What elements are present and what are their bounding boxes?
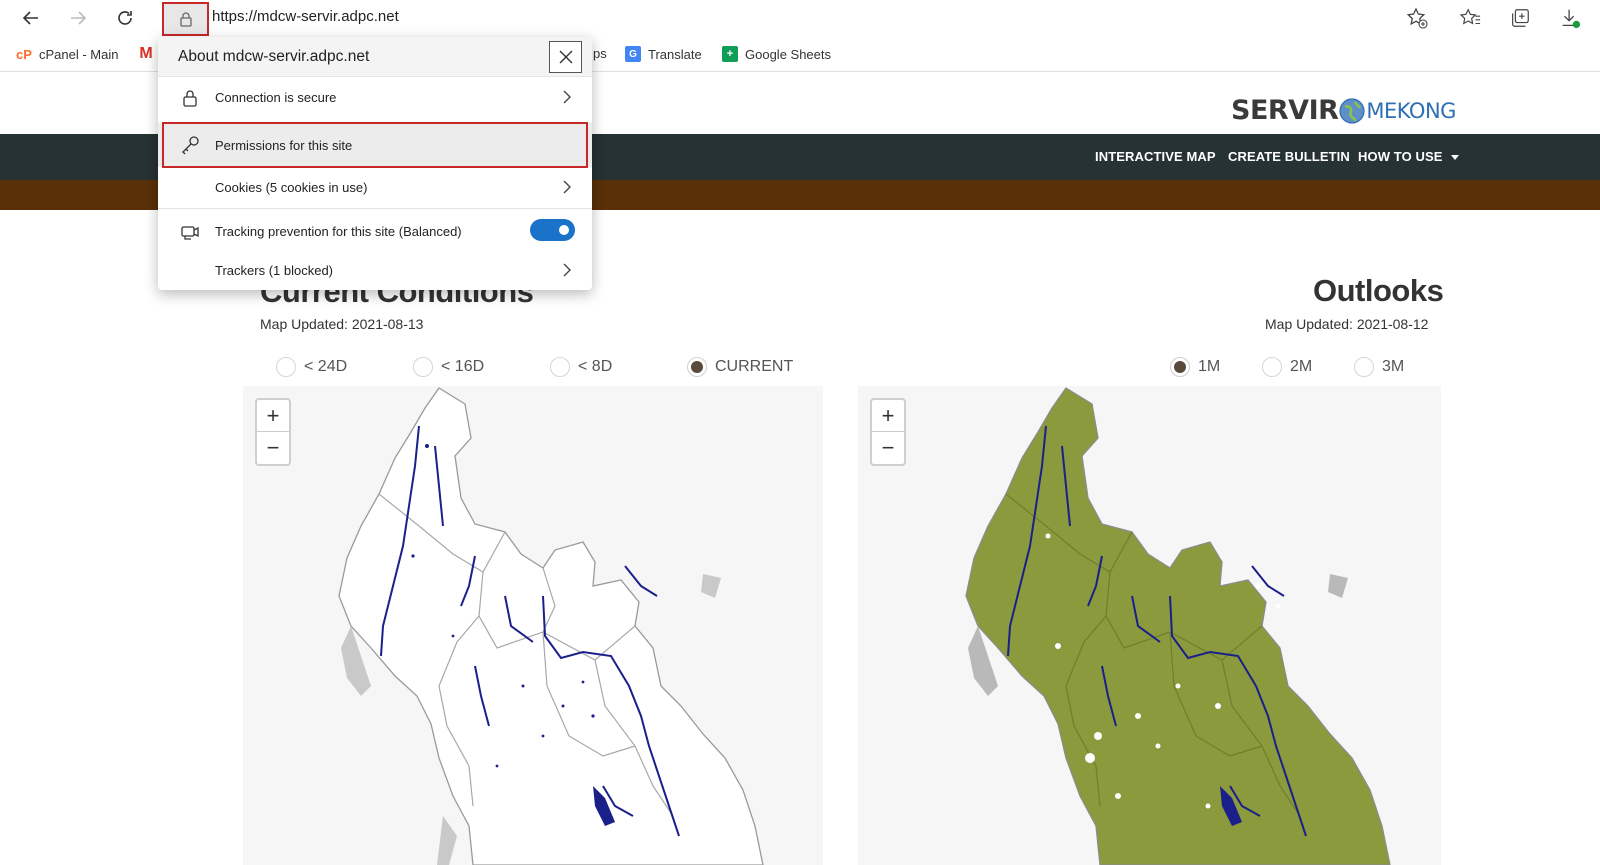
forward-arrow-icon (71, 11, 87, 25)
lock-icon (183, 90, 197, 107)
refresh-icon (118, 11, 132, 25)
radio-dot-selected (687, 357, 707, 377)
mekong-region-map-current (338, 387, 764, 865)
bookmark-apps[interactable]: ps (593, 46, 607, 61)
gmail-icon: M (139, 45, 153, 62)
browser-toolbar: https://mdcw-servir.adpc.net (0, 0, 1600, 36)
zoom-out-button[interactable]: − (872, 432, 904, 464)
site-info-button[interactable] (162, 2, 209, 36)
chevron-right-icon (563, 263, 571, 277)
radio-label: 2M (1290, 358, 1313, 375)
radio-label: < 16D (441, 358, 485, 375)
radio-16d[interactable]: < 16D (413, 357, 484, 377)
bookmark-label: cPanel - Main (39, 46, 119, 62)
bookmark-label: Translate (648, 46, 702, 62)
collections-icon (1512, 9, 1529, 27)
add-favorite-icon[interactable] (1405, 6, 1429, 30)
close-icon (559, 50, 572, 64)
chevron-right-icon (563, 180, 571, 194)
radio-dot (1354, 357, 1374, 377)
radio-label: 1M (1198, 358, 1221, 375)
forward-button[interactable] (64, 4, 92, 32)
popup-row-label: Trackers (1 blocked) (215, 263, 333, 278)
favorites-icon (1459, 8, 1481, 25)
bookmark-label: ps (593, 46, 607, 61)
back-arrow-icon (22, 11, 38, 25)
zoom-in-button[interactable]: + (872, 400, 904, 432)
downloads-button[interactable] (1558, 6, 1582, 30)
popup-title: About mdcw-servir.adpc.net (178, 48, 370, 65)
zoom-out-button[interactable]: − (257, 432, 289, 464)
outlooks-map-updated: Map Updated: 2021-08-12 (1265, 316, 1429, 332)
radio-label: < 8D (578, 358, 613, 375)
address-bar[interactable]: https://mdcw-servir.adpc.net (212, 0, 1437, 35)
favorites-button[interactable] (1458, 6, 1482, 30)
logo-suffix: MEKONG (1366, 98, 1456, 123)
popup-row-cookies[interactable]: Cookies (5 cookies in use) (158, 167, 592, 207)
radio-dot-selected (1170, 357, 1190, 377)
caret-down-icon (1450, 155, 1459, 161)
download-icon (1562, 9, 1581, 29)
highlight-box (162, 122, 588, 168)
radio-dot (550, 357, 570, 377)
nav-how-to-use[interactable]: HOW TO USE (1358, 149, 1459, 164)
mekong-region-map-outlook (965, 387, 1391, 865)
bookmark-gmail[interactable]: M (138, 45, 154, 62)
zoom-control-outlook: + − (870, 398, 906, 466)
radio-label: < 24D (304, 358, 348, 375)
bookmark-label: Google Sheets (745, 46, 832, 62)
chevron-right-icon (563, 90, 571, 104)
outlooks-map[interactable]: + − (858, 386, 1441, 865)
nav-how-to-use-label: HOW TO USE (1358, 149, 1443, 164)
zoom-in-button[interactable]: + (257, 400, 289, 432)
outlooks-title: Outlooks (1313, 273, 1444, 308)
radio-dot (413, 357, 433, 377)
zoom-control-current: + − (255, 398, 291, 466)
popup-row-label: Tracking prevention for this site (Balan… (215, 224, 462, 239)
popup-row-label: Cookies (5 cookies in use) (215, 180, 368, 195)
bookmark-translate[interactable]: G Translate (625, 46, 702, 62)
radio-label: CURRENT (715, 358, 794, 375)
refresh-button[interactable] (111, 4, 139, 32)
radio-label: 3M (1382, 358, 1405, 375)
popup-close-button[interactable] (549, 41, 582, 73)
current-map-updated: Map Updated: 2021-08-13 (260, 316, 424, 332)
logo-text: SERVIR (1231, 95, 1339, 126)
tracking-prevention-icon (181, 226, 199, 240)
bookmark-cpanel[interactable]: cP cPanel - Main (16, 46, 118, 62)
collections-button[interactable] (1508, 6, 1532, 30)
tracking-toggle[interactable] (530, 219, 575, 241)
popup-row-label: Connection is secure (215, 90, 337, 105)
radio-1m[interactable]: 1M (1170, 357, 1220, 377)
site-info-popup: About mdcw-servir.adpc.net Connection is… (158, 37, 592, 290)
cpanel-icon: cP (16, 46, 32, 62)
bookmark-google-sheets[interactable]: + Google Sheets (722, 46, 831, 62)
popup-row-tracking[interactable]: Tracking prevention for this site (Balan… (158, 211, 592, 251)
popup-header: About mdcw-servir.adpc.net (158, 37, 592, 77)
google-sheets-icon: + (722, 46, 738, 62)
nav-interactive-map[interactable]: INTERACTIVE MAP (1095, 149, 1216, 164)
radio-current[interactable]: CURRENT (687, 357, 793, 377)
popup-row-trackers[interactable]: Trackers (1 blocked) (158, 250, 592, 290)
popup-row-connection[interactable]: Connection is secure (158, 77, 592, 117)
google-translate-icon: G (625, 46, 641, 62)
radio-dot (1262, 357, 1282, 377)
globe-icon (1339, 97, 1366, 124)
url-text: https://mdcw-servir.adpc.net (212, 8, 399, 25)
radio-24d[interactable]: < 24D (276, 357, 347, 377)
nav-create-bulletin[interactable]: CREATE BULLETIN (1228, 149, 1350, 164)
servir-mekong-logo[interactable]: SERVIR MEKONG (1231, 95, 1456, 126)
current-conditions-map[interactable]: + − (243, 386, 823, 865)
back-button[interactable] (17, 4, 45, 32)
radio-2m[interactable]: 2M (1262, 357, 1312, 377)
radio-3m[interactable]: 3M (1354, 357, 1404, 377)
radio-dot (276, 357, 296, 377)
divider (158, 208, 592, 209)
lock-icon (179, 12, 192, 27)
radio-8d[interactable]: < 8D (550, 357, 612, 377)
